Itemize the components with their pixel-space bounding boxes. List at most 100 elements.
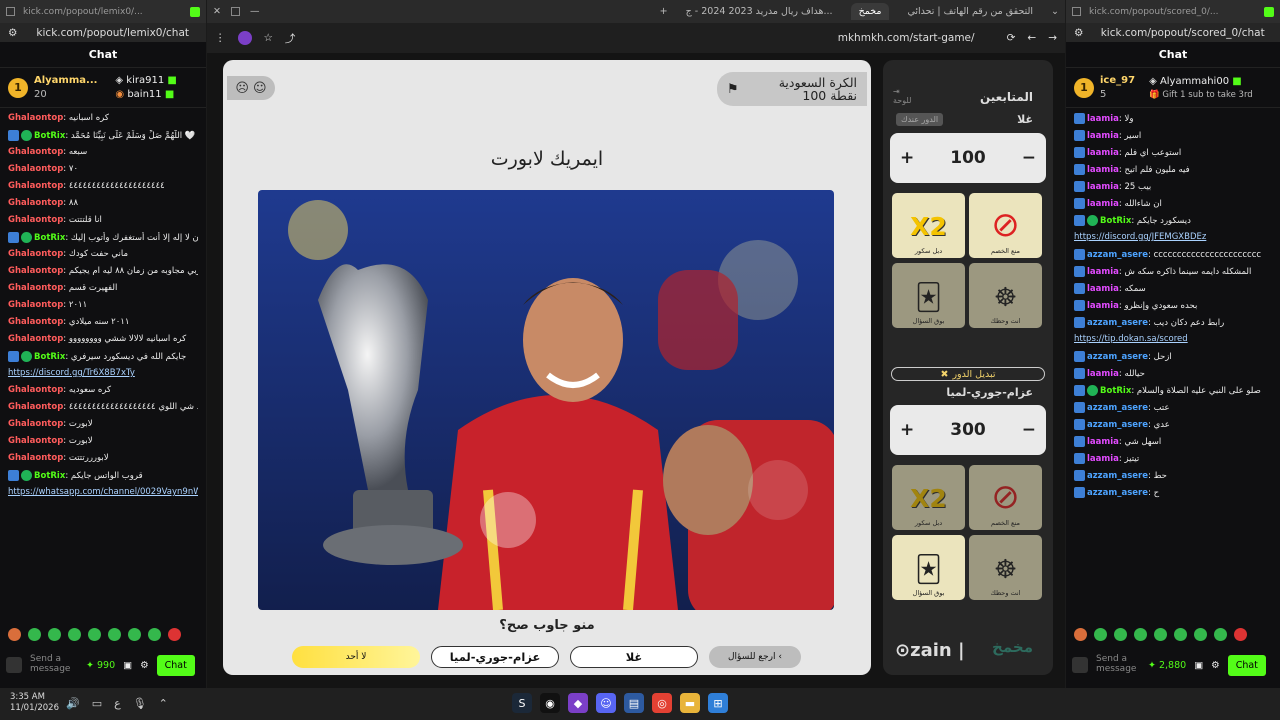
extension-icon[interactable]: [237, 31, 252, 45]
maximize-icon[interactable]: [230, 7, 240, 16]
chat-username[interactable]: azzam_asere: [1087, 471, 1148, 481]
chat-username[interactable]: laamia: [1087, 267, 1119, 277]
points-display[interactable]: ✦ 990: [86, 660, 115, 671]
points-display[interactable]: ✦ 2,880: [1148, 660, 1186, 671]
chat-username[interactable]: azzam_asere: [1087, 488, 1148, 498]
chat-username[interactable]: Ghalaontop: [8, 164, 63, 174]
store-icon[interactable]: ▣: [1194, 660, 1203, 671]
increment-button[interactable]: +: [900, 148, 914, 168]
new-tab-icon[interactable]: +: [660, 6, 668, 17]
chat-username[interactable]: laamia: [1087, 437, 1119, 447]
restore-icon[interactable]: [1072, 7, 1081, 16]
chat-username[interactable]: Ghalaontop: [8, 147, 63, 157]
decrement-button[interactable]: −: [1022, 420, 1036, 440]
left-address-bar[interactable]: ⚙ kick.com/popout/lemix0/chat: [0, 23, 206, 42]
emote-icon[interactable]: [128, 627, 141, 641]
emote-icon[interactable]: [8, 627, 21, 641]
help-wheel[interactable]: ☸ انت وحظك: [969, 535, 1042, 600]
discord-icon[interactable]: ☺: [596, 693, 616, 713]
emote-icon[interactable]: [1134, 627, 1147, 641]
emote-icon[interactable]: [148, 627, 161, 641]
emoji-controls[interactable]: ☹ ☺: [227, 76, 275, 100]
help-block-opponent[interactable]: ⊘ منع الخصم: [969, 465, 1042, 530]
help-block-opponent[interactable]: ⊘ منع الخصم: [969, 193, 1042, 258]
kick-logo-icon[interactable]: [6, 657, 22, 673]
chat-username[interactable]: laamia: [1087, 131, 1119, 141]
chat-username[interactable]: laamia: [1087, 369, 1119, 379]
send-message-input[interactable]: Send a message: [30, 654, 78, 675]
tab-phone-verify[interactable]: التحقق من رقم الهاتف | تحدائي: [899, 3, 1041, 20]
help-double-score[interactable]: X2 دبل سكور: [892, 193, 965, 258]
chat-button[interactable]: Chat: [156, 654, 195, 676]
emote-icon[interactable]: [88, 627, 101, 641]
reload-icon[interactable]: ⟳: [1007, 32, 1016, 44]
chat-link[interactable]: https://whatsapp.com/channel/0029Vayn9nW…: [8, 487, 198, 501]
team1-answer-button[interactable]: غلا: [570, 646, 698, 668]
chat-username[interactable]: Ghalaontop: [8, 198, 63, 208]
emote-icon[interactable]: [1094, 627, 1107, 641]
chat-username[interactable]: laamia: [1087, 165, 1119, 175]
settings-icon[interactable]: ⚙: [140, 660, 149, 671]
chat-link[interactable]: https://discord.gg/JFEMGXBDEz: [1074, 232, 1272, 246]
chat-username[interactable]: Ghalaontop: [8, 436, 63, 446]
help-call-answer[interactable]: 🃏 بوق السؤال: [892, 263, 965, 328]
language-icon[interactable]: ع: [114, 697, 121, 710]
steam-icon[interactable]: S: [512, 693, 532, 713]
emote-icon[interactable]: [1074, 627, 1087, 641]
chat-username[interactable]: Ghalaontop: [8, 453, 63, 463]
emote-icon[interactable]: [1154, 627, 1167, 641]
clock[interactable]: 3:35 AM 11/01/2026: [10, 692, 59, 713]
right-address-bar[interactable]: ⚙ kick.com/popout/scored_0/chat: [1066, 23, 1280, 42]
emote-icon[interactable]: [108, 627, 121, 641]
chat-username[interactable]: azzam_asere: [1087, 250, 1148, 260]
gift-sub-prompt[interactable]: 🎁 Gift 1 sub to take 3rd: [1149, 90, 1253, 100]
chat-button[interactable]: Chat: [1227, 654, 1266, 676]
chat-username[interactable]: azzam_asere: [1087, 420, 1148, 430]
mic-icon[interactable]: 🎙: [133, 697, 147, 710]
chat-username[interactable]: laamia: [1087, 148, 1119, 158]
close-window-icon[interactable]: ✕: [213, 6, 221, 17]
settings-icon[interactable]: ⚙: [1211, 660, 1220, 671]
obs-icon[interactable]: ◉: [540, 693, 560, 713]
tab-mkhmkh[interactable]: مخمخ: [850, 3, 890, 20]
chat-username[interactable]: Ghalaontop: [8, 402, 63, 412]
chrome-icon[interactable]: ◎: [652, 693, 672, 713]
chat-username[interactable]: Ghalaontop: [8, 215, 63, 225]
browser-icon[interactable]: ◆: [568, 693, 588, 713]
chat-username[interactable]: Ghalaontop: [8, 283, 63, 293]
chat-username[interactable]: azzam_asere: [1087, 403, 1148, 413]
emote-icon[interactable]: [68, 627, 81, 641]
network-icon[interactable]: ▭: [92, 697, 102, 710]
site-settings-icon[interactable]: ⚙: [8, 27, 17, 39]
tab-menu-icon[interactable]: ⌄: [1051, 6, 1059, 17]
restore-icon[interactable]: [6, 7, 15, 16]
back-to-question-button[interactable]: ارجع للسؤال ‹: [709, 646, 801, 668]
chat-username[interactable]: laamia: [1087, 199, 1119, 209]
chat-username[interactable]: BotRix: [34, 471, 65, 481]
chat-username[interactable]: Ghalaontop: [8, 181, 63, 191]
decrement-button[interactable]: −: [1022, 148, 1036, 168]
chat-username[interactable]: BotRix: [1100, 216, 1131, 226]
chat-username[interactable]: Ghalaontop: [8, 419, 63, 429]
main-address[interactable]: mkhmkh.com/start-game/: [838, 32, 975, 44]
help-double-score[interactable]: X2 دبل سكور: [892, 465, 965, 530]
chat-username[interactable]: Ghalaontop: [8, 317, 63, 327]
flag-icon[interactable]: ⚑: [727, 82, 739, 97]
chat-username[interactable]: Ghalaontop: [8, 113, 63, 123]
chat-username[interactable]: laamia: [1087, 454, 1119, 464]
chat-link[interactable]: https://tip.dokan.sa/scored: [1074, 334, 1272, 348]
minimize-icon[interactable]: —: [250, 6, 260, 17]
photos-icon[interactable]: ▤: [624, 693, 644, 713]
kick-logo-icon[interactable]: [1072, 657, 1088, 673]
emote-icon[interactable]: [1214, 627, 1227, 641]
bookmark-icon[interactable]: ☆: [264, 32, 273, 44]
emote-icon[interactable]: [28, 627, 41, 641]
tab-real-madrid[interactable]: هداف ريال مدريد 2023 2024 - ج...: [678, 3, 841, 20]
chat-username[interactable]: Ghalaontop: [8, 334, 63, 344]
chat-username[interactable]: azzam_asere: [1087, 318, 1148, 328]
chat-username[interactable]: laamia: [1087, 114, 1119, 124]
back-icon[interactable]: ←: [1027, 32, 1036, 44]
emote-icon[interactable]: [48, 627, 61, 641]
chat-username[interactable]: BotRix: [34, 233, 65, 243]
chat-username[interactable]: Ghalaontop: [8, 300, 63, 310]
